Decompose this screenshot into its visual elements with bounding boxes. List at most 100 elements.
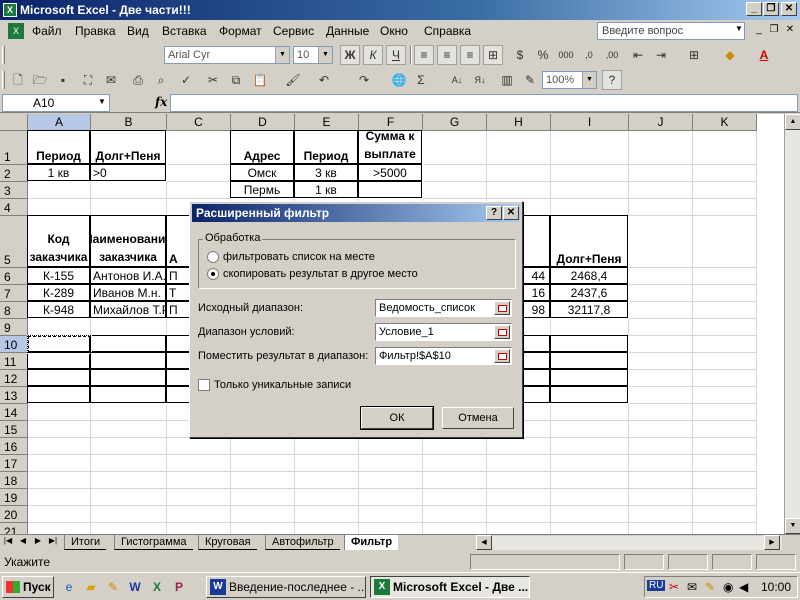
autosum-icon[interactable]: Σ — [411, 70, 431, 90]
cell-k15[interactable] — [693, 421, 757, 438]
row-header-13[interactable]: 13 — [0, 387, 28, 404]
menu-format[interactable]: Формат — [219, 24, 262, 38]
cell-j7[interactable] — [629, 285, 693, 302]
collapse-dialog-icon[interactable] — [494, 301, 510, 315]
cell-a17[interactable] — [28, 455, 91, 472]
tray-pencil-icon[interactable]: ✎ — [705, 580, 715, 594]
minimize-button[interactable]: _ — [746, 2, 762, 16]
scroll-left-icon[interactable]: ◀ — [476, 535, 492, 550]
filter-in-place-label[interactable]: фильтровать список на месте — [223, 251, 375, 263]
sheet-tab-itogi[interactable]: Итоги — [64, 535, 107, 550]
cell-h17[interactable] — [487, 455, 551, 472]
cell-i13[interactable] — [550, 386, 628, 403]
cell-i1[interactable] — [551, 131, 629, 165]
cell-g17[interactable] — [423, 455, 487, 472]
cell-a20[interactable] — [28, 506, 91, 523]
tray-mail-icon[interactable]: ✉ — [687, 580, 697, 594]
cell-b16[interactable] — [91, 438, 167, 455]
cell-c18[interactable] — [167, 472, 231, 489]
row-header-5[interactable]: 5 — [0, 216, 28, 268]
vertical-scrollbar[interactable]: ▲ ▼ — [784, 114, 800, 534]
cell-b7[interactable]: Иванов М.н. — [90, 284, 166, 301]
cell-f2[interactable]: >5000 — [358, 164, 422, 181]
menu-edit[interactable]: Правка — [75, 24, 116, 38]
restore-button[interactable]: ❐ — [763, 2, 779, 16]
copy-to-field[interactable]: Фильтр!$A$10 — [375, 347, 512, 365]
chart-wizard-icon[interactable]: ▥ — [497, 70, 517, 90]
cell-j18[interactable] — [629, 472, 693, 489]
cell-d3[interactable]: Пермь — [230, 181, 294, 198]
cell-h2[interactable] — [487, 165, 551, 182]
dialog-help-button[interactable]: ? — [486, 206, 502, 220]
cell-k10[interactable] — [693, 336, 757, 353]
cell-c2[interactable] — [167, 165, 231, 182]
cell-i18[interactable] — [551, 472, 629, 489]
cell-d20[interactable] — [231, 506, 295, 523]
cell-b5[interactable]: Наименование заказчика — [90, 215, 166, 267]
cell-i7[interactable]: 2437,6 — [550, 284, 628, 301]
hyperlink-icon[interactable]: 🌐 — [389, 70, 409, 90]
cell-a4[interactable] — [28, 199, 91, 216]
cell-j9[interactable] — [629, 319, 693, 336]
cell-a16[interactable] — [28, 438, 91, 455]
cancel-button[interactable]: Отмена — [442, 407, 514, 429]
increase-decimal-icon[interactable]: ,0 — [579, 45, 599, 65]
cell-i9[interactable] — [551, 319, 629, 336]
cell-b20[interactable] — [91, 506, 167, 523]
toolbar-grip[interactable] — [2, 71, 5, 89]
cell-g20[interactable] — [423, 506, 487, 523]
copy-to-location-radio[interactable] — [207, 268, 219, 280]
source-range-field[interactable]: Ведомость_список — [375, 299, 512, 317]
merge-center-icon[interactable]: ⊞ — [483, 45, 503, 65]
cell-j10[interactable] — [629, 336, 693, 353]
row-header-16[interactable]: 16 — [0, 438, 28, 455]
cell-b10[interactable] — [90, 335, 166, 352]
language-indicator[interactable]: RU — [647, 580, 666, 591]
cell-a12[interactable] — [27, 369, 90, 386]
cell-f21[interactable] — [359, 523, 423, 534]
tray-disk-icon[interactable]: ◉ — [723, 580, 733, 594]
cell-a6[interactable]: К-155 — [27, 267, 90, 284]
cell-c21[interactable] — [167, 523, 231, 534]
ok-button[interactable]: ОК — [360, 406, 434, 430]
cell-b14[interactable] — [91, 404, 167, 421]
decrease-indent-icon[interactable]: ⇤ — [628, 45, 648, 65]
cell-i10[interactable] — [550, 335, 628, 352]
chevron-down-icon[interactable]: ▼ — [275, 47, 289, 63]
row-header-9[interactable]: 9 — [0, 319, 28, 336]
cell-d17[interactable] — [231, 455, 295, 472]
column-header-i[interactable]: I — [551, 114, 629, 131]
cell-d19[interactable] — [231, 489, 295, 506]
cell-g19[interactable] — [423, 489, 487, 506]
cell-e21[interactable] — [295, 523, 359, 534]
row-header-3[interactable]: 3 — [0, 182, 28, 199]
help-question-input[interactable]: Введите вопрос — [597, 22, 745, 40]
cell-i16[interactable] — [551, 438, 629, 455]
cell-g1[interactable] — [423, 131, 487, 165]
sort-ascending-icon[interactable]: A↓ — [447, 70, 467, 90]
column-header-h[interactable]: H — [487, 114, 551, 131]
increase-indent-icon[interactable]: ⇥ — [651, 45, 671, 65]
cell-g3[interactable] — [423, 182, 487, 199]
cell-j15[interactable] — [629, 421, 693, 438]
cell-k5[interactable] — [693, 216, 757, 268]
tray-scissors-icon[interactable]: ✂ — [669, 580, 679, 594]
cell-k13[interactable] — [693, 387, 757, 404]
cell-j12[interactable] — [629, 370, 693, 387]
cell-b12[interactable] — [90, 369, 166, 386]
cell-b4[interactable] — [91, 199, 167, 216]
sheet-tab-pie[interactable]: Круговая — [198, 535, 257, 550]
prev-sheet-icon[interactable]: ◀ — [17, 536, 29, 545]
sheet-tab-histogram[interactable]: Гистограмма — [114, 535, 193, 550]
copy-icon[interactable]: ⧉ — [226, 70, 246, 90]
doc-close-button[interactable]: ✕ — [783, 23, 797, 37]
cell-b9[interactable] — [91, 319, 167, 336]
cell-i6[interactable]: 2468,4 — [550, 267, 628, 284]
row-header-7[interactable]: 7 — [0, 285, 28, 302]
row-header-11[interactable]: 11 — [0, 353, 28, 370]
cell-g2[interactable] — [423, 165, 487, 182]
cell-i21[interactable] — [551, 523, 629, 534]
align-left-icon[interactable]: ≡ — [414, 45, 434, 65]
scroll-up-icon[interactable]: ▲ — [785, 114, 800, 130]
spelling-icon[interactable]: ✓ — [176, 70, 196, 90]
